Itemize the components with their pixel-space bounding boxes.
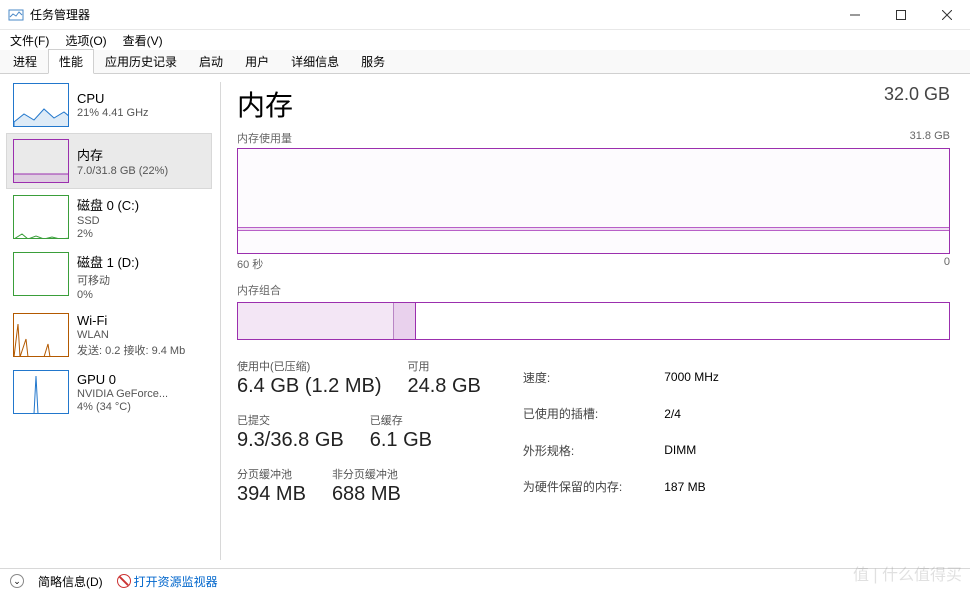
- form-label: 外形规格:: [523, 433, 662, 468]
- paged-label: 分页缓冲池: [237, 466, 306, 482]
- cpu-name: CPU: [77, 91, 149, 106]
- memory-name: 内存: [77, 145, 168, 164]
- sidebar-item-memory[interactable]: 内存7.0/31.8 GB (22%): [6, 133, 212, 189]
- menu-file[interactable]: 文件(F): [6, 31, 53, 50]
- resmon-link[interactable]: 打开资源监视器: [134, 573, 218, 590]
- chevron-down-icon[interactable]: ⌄: [10, 574, 24, 588]
- disk1-sub1: 可移动: [77, 272, 139, 288]
- sidebar-item-wifi[interactable]: Wi-FiWLAN发送: 0.2 接收: 9.4 Mb: [6, 307, 212, 364]
- titlebar: 任务管理器: [0, 0, 970, 30]
- watermark: 值 | 什么值得买: [853, 561, 962, 585]
- disk1-sub2: 0%: [77, 289, 139, 301]
- nonpaged-value: 688 MB: [332, 483, 401, 506]
- memory-composition-chart[interactable]: [237, 302, 950, 340]
- usage-line: [238, 227, 949, 231]
- reserved-label: 为硬件保留的内存:: [523, 470, 662, 505]
- available-label: 可用: [408, 358, 481, 374]
- minimize-button[interactable]: [832, 0, 878, 30]
- form-value: DIMM: [664, 433, 719, 468]
- menubar: 文件(F) 选项(O) 查看(V): [0, 30, 970, 50]
- tab-processes[interactable]: 进程: [2, 49, 48, 74]
- usage-max: 31.8 GB: [910, 130, 950, 146]
- axis-left: 60 秒: [237, 256, 263, 272]
- disk0-sub1: SSD: [77, 215, 139, 227]
- available-value: 24.8 GB: [408, 375, 481, 398]
- slots-label: 已使用的插槽:: [523, 397, 662, 432]
- cpu-mini-chart: [13, 83, 69, 127]
- gpu-sub1: NVIDIA GeForce...: [77, 388, 168, 400]
- slots-value: 2/4: [664, 397, 719, 432]
- main-total: 32.0 GB: [884, 84, 950, 105]
- cpu-sub: 21% 4.41 GHz: [77, 107, 149, 119]
- wifi-sub2: 发送: 0.2 接收: 9.4 Mb: [77, 342, 185, 358]
- comp-modified: [394, 303, 415, 339]
- menu-options[interactable]: 选项(O): [61, 31, 110, 50]
- cached-label: 已缓存: [370, 412, 432, 428]
- gpu-name: GPU 0: [77, 372, 168, 387]
- brief-info-link[interactable]: 简略信息(D): [38, 573, 103, 590]
- main-title: 内存: [237, 84, 293, 124]
- app-icon: [8, 7, 24, 23]
- in-use-label: 使用中(已压缩): [237, 358, 382, 374]
- tab-startup[interactable]: 启动: [188, 49, 234, 74]
- memory-sub: 7.0/31.8 GB (22%): [77, 165, 168, 177]
- info-grid: 速度:7000 MHz 已使用的插槽:2/4 外形规格:DIMM 为硬件保留的内…: [521, 358, 721, 506]
- committed-label: 已提交: [237, 412, 344, 428]
- speed-value: 7000 MHz: [664, 360, 719, 395]
- comp-label: 内存组合: [237, 282, 281, 298]
- sidebar-item-cpu[interactable]: CPU21% 4.41 GHz: [6, 77, 212, 133]
- memory-usage-chart[interactable]: [237, 148, 950, 254]
- close-button[interactable]: [924, 0, 970, 30]
- in-use-value: 6.4 GB (1.2 MB): [237, 375, 382, 398]
- comp-used: [238, 303, 394, 339]
- disk1-name: 磁盘 1 (D:): [77, 252, 139, 271]
- disk0-sub2: 2%: [77, 228, 139, 240]
- gpu-mini-chart: [13, 370, 69, 414]
- tab-history[interactable]: 应用历史记录: [94, 49, 188, 74]
- menu-view[interactable]: 查看(V): [119, 31, 167, 50]
- cached-value: 6.1 GB: [370, 429, 432, 452]
- sidebar-item-gpu[interactable]: GPU 0NVIDIA GeForce...4% (34 °C): [6, 364, 212, 420]
- speed-label: 速度:: [523, 360, 662, 395]
- axis-right: 0: [944, 256, 950, 272]
- sidebar-item-disk1[interactable]: 磁盘 1 (D:)可移动0%: [6, 246, 212, 307]
- paged-value: 394 MB: [237, 483, 306, 506]
- disk1-mini-chart: [13, 252, 69, 296]
- resmon-icon: [117, 574, 131, 588]
- wifi-name: Wi-Fi: [77, 313, 185, 328]
- tab-services[interactable]: 服务: [350, 49, 396, 74]
- memory-mini-chart: [13, 139, 69, 183]
- footer: ⌄ 简略信息(D) 打开资源监视器: [0, 568, 970, 593]
- tab-performance[interactable]: 性能: [48, 49, 94, 74]
- usage-label: 内存使用量: [237, 130, 292, 146]
- reserved-value: 187 MB: [664, 470, 719, 505]
- sidebar-item-disk0[interactable]: 磁盘 0 (C:)SSD2%: [6, 189, 212, 246]
- disk0-name: 磁盘 0 (C:): [77, 195, 139, 214]
- tab-users[interactable]: 用户: [234, 49, 280, 74]
- sidebar: CPU21% 4.41 GHz 内存7.0/31.8 GB (22%) 磁盘 0…: [0, 74, 212, 568]
- tabbar: 进程 性能 应用历史记录 启动 用户 详细信息 服务: [0, 50, 970, 74]
- main-panel: 内存 32.0 GB 内存使用量 31.8 GB 60 秒 0 内存组合 使用中…: [221, 74, 970, 568]
- gpu-sub2: 4% (34 °C): [77, 401, 168, 413]
- maximize-button[interactable]: [878, 0, 924, 30]
- disk0-mini-chart: [13, 195, 69, 239]
- committed-value: 9.3/36.8 GB: [237, 429, 344, 452]
- tab-details[interactable]: 详细信息: [280, 49, 350, 74]
- wifi-mini-chart: [13, 313, 69, 357]
- wifi-sub1: WLAN: [77, 329, 185, 341]
- nonpaged-label: 非分页缓冲池: [332, 466, 401, 482]
- window-title: 任务管理器: [30, 6, 832, 23]
